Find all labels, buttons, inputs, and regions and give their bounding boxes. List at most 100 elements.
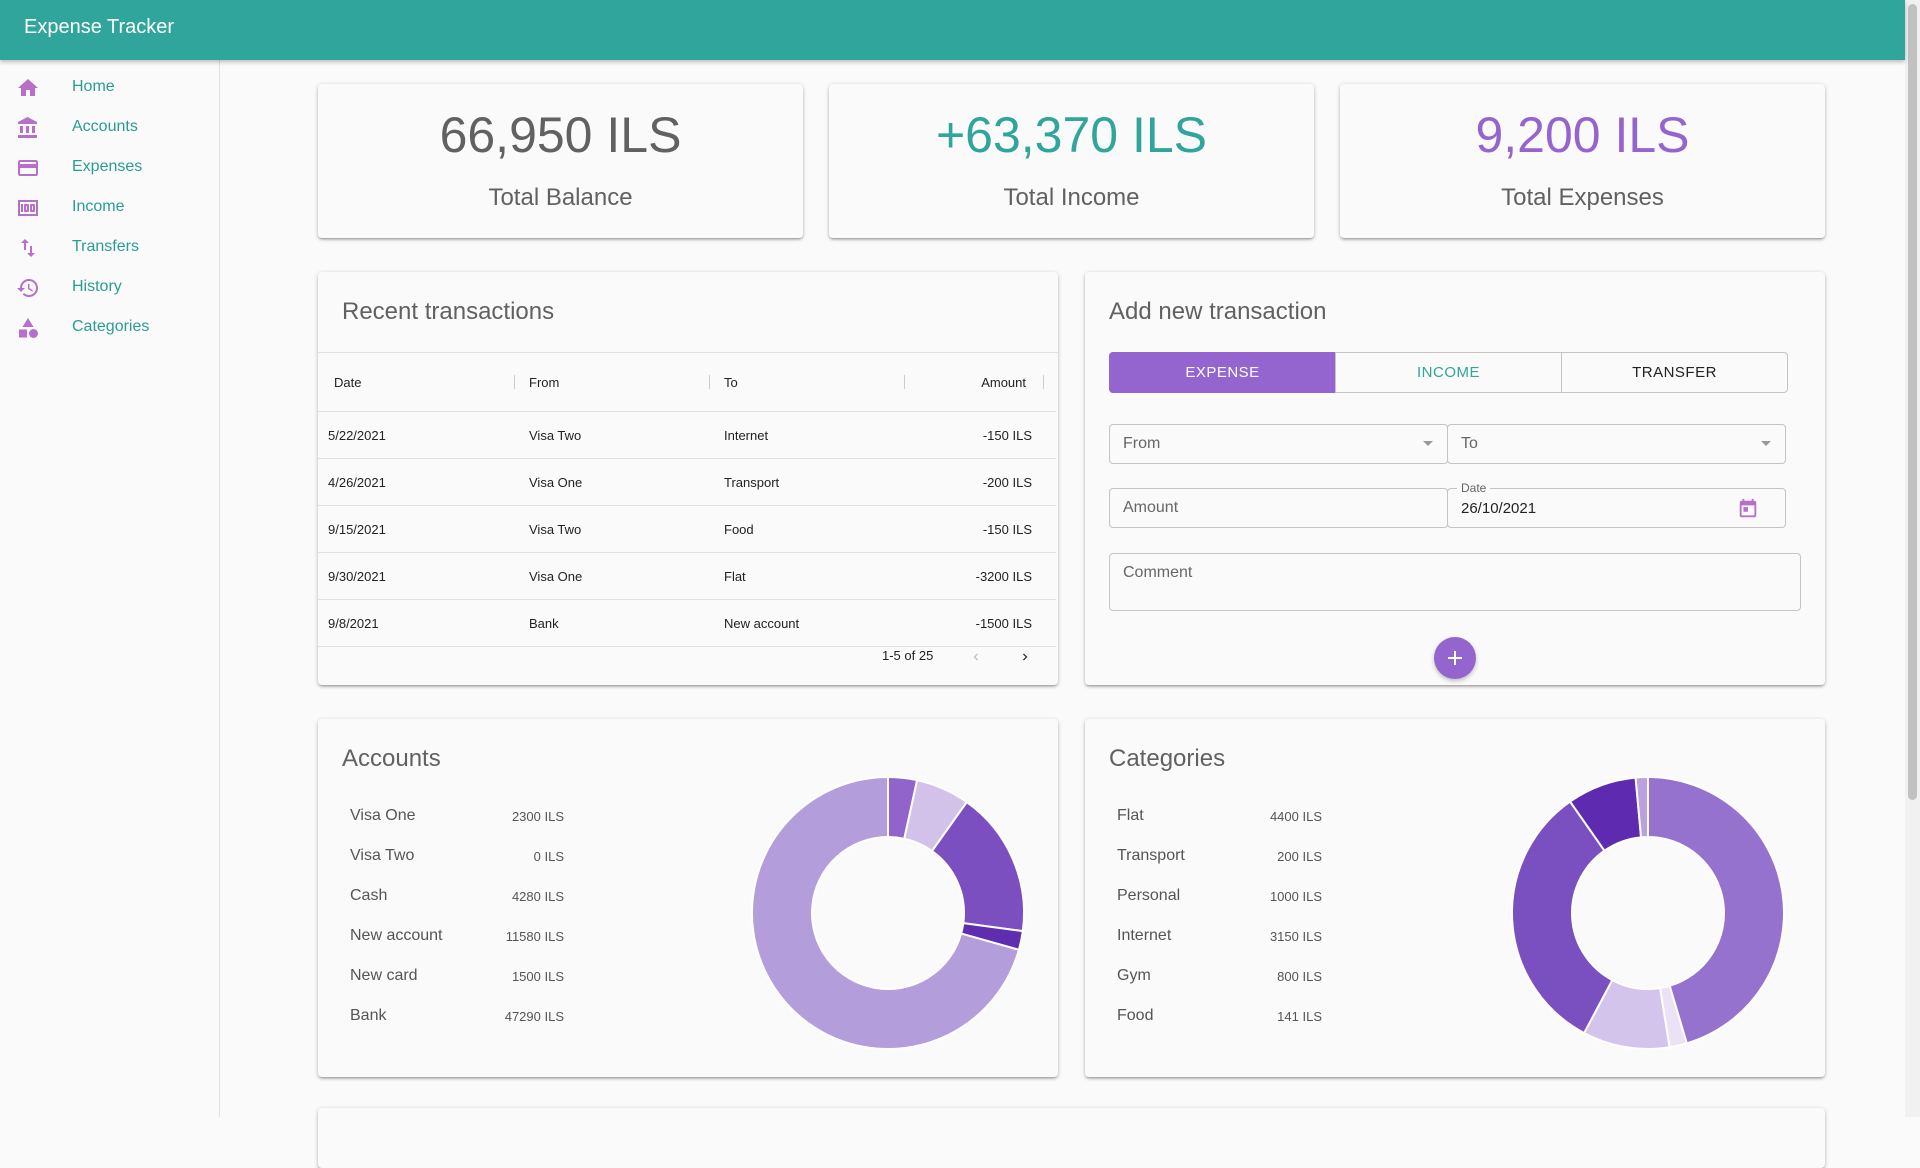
account-amount: 47290 ILS xyxy=(504,1009,564,1024)
home-icon xyxy=(18,79,38,96)
sidebar-item-accounts[interactable]: Accounts xyxy=(0,107,219,147)
sidebar-item-label: Transfers xyxy=(72,238,139,255)
table-row[interactable]: 9/15/2021 Visa Two Food -150 ILS xyxy=(318,505,1056,553)
categories-donut-chart xyxy=(1511,775,1785,1050)
tab-income[interactable]: INCOME xyxy=(1335,352,1562,393)
calendar-icon[interactable] xyxy=(1737,498,1759,520)
cell-amount: -1500 ILS xyxy=(905,599,1056,647)
account-name: Visa Two xyxy=(350,847,415,864)
category-name: Transport xyxy=(1117,847,1185,864)
recent-transactions-title: Recent transactions xyxy=(342,298,555,325)
total-expenses-value: 9,200 ILS xyxy=(1475,107,1690,163)
cell-date: 9/30/2021 xyxy=(318,552,515,600)
tab-expense[interactable]: EXPENSE xyxy=(1109,352,1336,393)
cell-from: Visa One xyxy=(515,552,710,600)
account-amount: 2300 ILS xyxy=(511,809,564,824)
table-row[interactable]: 9/8/2021 Bank New account -1500 ILS xyxy=(318,599,1056,647)
add-transaction-title: Add new transaction xyxy=(1109,298,1327,325)
add-transaction-button[interactable] xyxy=(1434,637,1476,679)
table-row[interactable]: 5/22/2021 Visa Two Internet -150 ILS xyxy=(318,411,1056,459)
total-income-card: +63,370 ILS Total Income xyxy=(829,84,1314,238)
amount-placeholder: Amount xyxy=(1123,499,1179,516)
scrollbar-thumb[interactable] xyxy=(1908,4,1917,800)
account-name: Cash xyxy=(350,887,388,904)
next-page-icon[interactable] xyxy=(1018,650,1032,664)
cell-to: New account xyxy=(710,599,905,647)
cell-to: Transport xyxy=(710,458,905,506)
swap-icon xyxy=(21,239,35,257)
dropdown-arrow-icon xyxy=(1761,441,1771,446)
dropdown-arrow-icon xyxy=(1423,441,1433,446)
pagination-range: 1-5 of 25 xyxy=(882,648,934,663)
table-row[interactable]: 4/26/2021 Visa One Transport -200 ILS xyxy=(318,458,1056,506)
sidebar-item-categories[interactable]: Categories xyxy=(0,307,219,347)
from-select[interactable]: From xyxy=(1109,424,1448,464)
account-name: New account xyxy=(350,927,443,944)
list-item: Flat 4400 ILS xyxy=(1085,807,1385,847)
column-header-to[interactable]: To xyxy=(710,353,905,412)
sidebar-item-transfers[interactable]: Transfers xyxy=(0,227,219,267)
category-name: Food xyxy=(1117,1007,1154,1024)
account-name: Bank xyxy=(350,1007,387,1024)
previous-page-icon[interactable] xyxy=(969,650,983,664)
cell-to: Food xyxy=(710,505,905,553)
sidebar-item-label: Expenses xyxy=(72,158,143,175)
account-amount: 11580 ILS xyxy=(505,929,564,944)
bank-icon xyxy=(18,117,37,138)
cell-date: 4/26/2021 xyxy=(318,458,515,506)
column-header-date[interactable]: Date xyxy=(318,353,515,412)
comment-field[interactable]: Comment xyxy=(1109,553,1801,611)
account-amount: 4280 ILS xyxy=(511,889,564,904)
table-row[interactable]: 9/30/2021 Visa One Flat -3200 ILS xyxy=(318,552,1056,600)
total-income-value: +63,370 ILS xyxy=(935,107,1208,163)
tab-transfer[interactable]: TRANSFER xyxy=(1561,352,1788,393)
category-amount: 800 ILS xyxy=(1277,969,1322,984)
cell-amount: -3200 ILS xyxy=(905,552,1056,600)
table-header-row: Date From To Amount xyxy=(318,353,1056,412)
recent-transactions-card: Recent transactions Date From To Amount … xyxy=(318,272,1058,685)
category-amount: 141 ILS xyxy=(1277,1009,1322,1024)
date-field-value: 26/10/2021 xyxy=(1461,500,1537,517)
list-item: Visa One 2300 ILS xyxy=(318,807,618,847)
list-item: Gym 800 ILS xyxy=(1085,967,1385,1007)
list-item: Cash 4280 ILS xyxy=(318,887,618,927)
cell-from: Visa One xyxy=(515,458,710,506)
account-amount: 0 ILS xyxy=(533,849,564,864)
plus-icon xyxy=(1448,651,1462,665)
sidebar-item-income[interactable]: Income xyxy=(0,187,219,227)
cell-amount: -150 ILS xyxy=(905,411,1056,459)
additional-card xyxy=(318,1108,1825,1168)
total-expenses-label: Total Expenses xyxy=(1501,184,1664,211)
list-item: Visa Two 0 ILS xyxy=(318,847,618,887)
accounts-card: Accounts Visa One 2300 ILS Visa Two 0 IL… xyxy=(318,719,1058,1077)
total-balance-card: 66,950 ILS Total Balance xyxy=(318,84,803,238)
sidebar-item-expenses[interactable]: Expenses xyxy=(0,147,219,187)
sidebar-item-history[interactable]: History xyxy=(0,267,219,307)
cell-amount: -200 ILS xyxy=(905,458,1056,506)
cell-from: Visa Two xyxy=(515,411,710,459)
list-item: Food 141 ILS xyxy=(1085,1007,1385,1047)
category-name: Internet xyxy=(1117,927,1172,944)
column-header-amount[interactable]: Amount xyxy=(905,353,1056,412)
column-header-from[interactable]: From xyxy=(515,353,710,412)
cell-amount: -150 ILS xyxy=(905,505,1056,553)
date-field[interactable]: Date 26/10/2021 xyxy=(1447,481,1786,528)
sidebar-item-label: Accounts xyxy=(72,118,138,135)
add-transaction-card: Add new transaction EXPENSE INCOME TRANS… xyxy=(1085,272,1825,685)
sidebar-item-home[interactable]: Home xyxy=(0,67,219,107)
category-amount: 1000 ILS xyxy=(1269,889,1322,904)
to-select[interactable]: To xyxy=(1447,424,1786,464)
credit-card-icon xyxy=(18,160,38,176)
category-name: Flat xyxy=(1117,807,1144,824)
category-amount: 200 ILS xyxy=(1277,849,1322,864)
account-amount: 1500 ILS xyxy=(511,969,564,984)
list-item: New account 11580 ILS xyxy=(318,927,618,967)
amount-field[interactable]: Amount xyxy=(1109,488,1448,528)
page-scrollbar[interactable] xyxy=(1905,0,1920,1117)
total-balance-label: Total Balance xyxy=(488,184,633,211)
account-name: Visa One xyxy=(350,807,416,824)
comment-placeholder: Comment xyxy=(1123,564,1193,581)
category-amount: 4400 ILS xyxy=(1269,809,1322,824)
cell-to: Internet xyxy=(710,411,905,459)
accounts-donut-chart xyxy=(751,775,1025,1050)
